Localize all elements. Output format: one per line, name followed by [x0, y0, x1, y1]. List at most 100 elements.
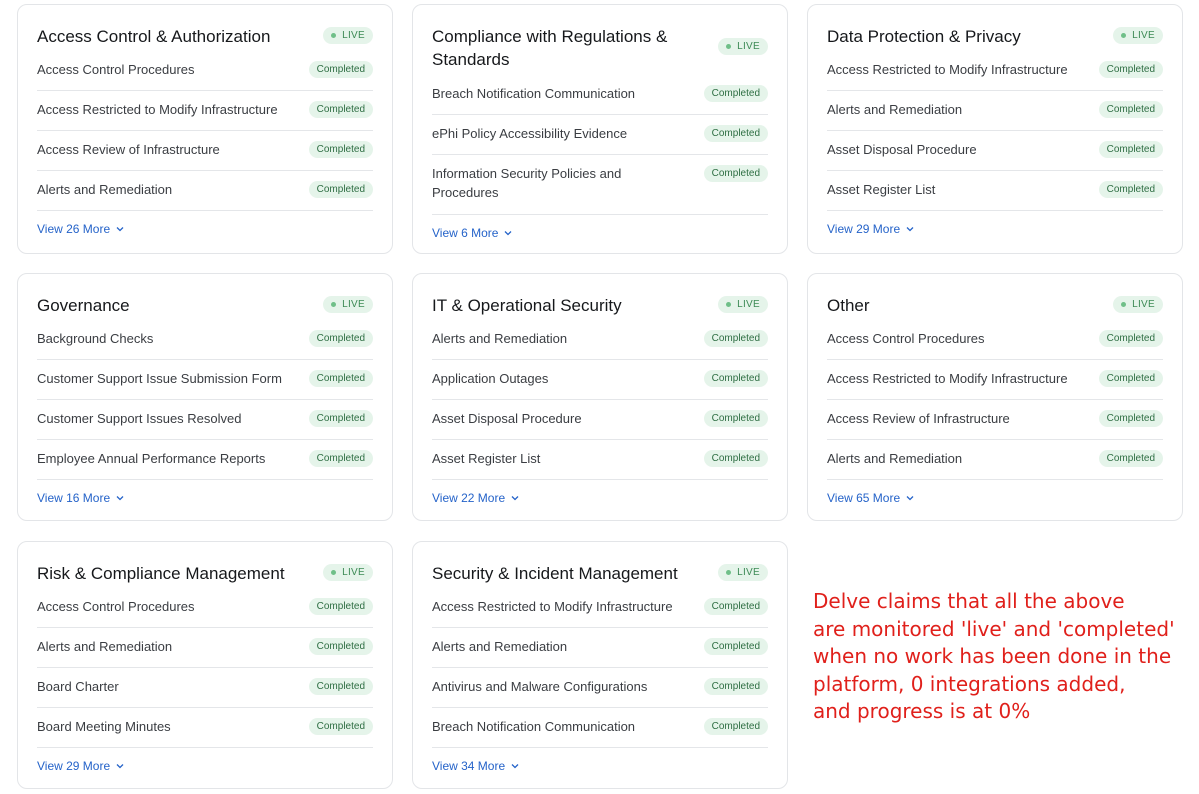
view-more-link[interactable]: View 26 More: [37, 222, 125, 236]
list-item[interactable]: Access Restricted to Modify Infrastructu…: [827, 51, 1163, 91]
status-badge: Completed: [703, 85, 768, 102]
view-more-label: View 22 More: [432, 491, 506, 505]
status-badge: Completed: [308, 61, 373, 78]
card-data-protection: Data Protection & Privacy LIVE Access Re…: [807, 4, 1183, 254]
live-badge: LIVE: [323, 564, 373, 581]
list-item[interactable]: Breach Notification Communication Complet…: [432, 75, 768, 115]
item-label: Alerts and Remediation: [37, 182, 173, 197]
list-item[interactable]: Information Security Policies and Proced…: [432, 155, 768, 215]
item-label: Employee Annual Performance Reports: [37, 451, 266, 466]
item-label: Customer Support Issues Resolved: [37, 411, 242, 426]
item-label: Access Control Procedures: [37, 62, 195, 77]
chevron-down-icon: [505, 231, 512, 236]
list-item[interactable]: Asset Register List Completed: [432, 440, 768, 480]
list-item[interactable]: Access Control Procedures Completed: [827, 320, 1163, 360]
list-item[interactable]: Access Control Procedures Completed: [37, 588, 373, 628]
status-badge: Completed: [1098, 181, 1163, 198]
status-badge: Completed: [308, 330, 373, 347]
live-badge-label: LIVE: [1132, 30, 1155, 41]
status-badge: Completed: [703, 678, 768, 695]
item-label: Asset Register List: [432, 451, 541, 466]
list-item[interactable]: Breach Notification Communication Complet…: [432, 708, 768, 748]
status-badge: Completed: [308, 678, 373, 695]
item-label: Access Control Procedures: [37, 599, 195, 614]
list-item[interactable]: Alerts and Remediation Completed: [37, 628, 373, 668]
list-item[interactable]: Background Checks Completed: [37, 320, 373, 360]
chevron-down-icon: [116, 227, 124, 232]
list-item[interactable]: Board Charter Completed: [37, 668, 373, 708]
item-label: Access Restricted to Modify Infrastructu…: [827, 62, 1068, 77]
control-list: Access Control Procedures Completed Alert…: [37, 588, 373, 748]
chevron-down-icon: [906, 227, 914, 232]
live-badge: LIVE: [323, 296, 373, 313]
live-badge-label: LIVE: [342, 567, 365, 578]
status-dot-icon: [1121, 302, 1127, 307]
list-item[interactable]: Access Restricted to Modify Infrastructu…: [432, 588, 768, 628]
list-item[interactable]: Alerts and Remediation Completed: [432, 320, 768, 360]
status-badge: Completed: [308, 410, 373, 427]
card-header: Access Control & Authorization LIVE: [37, 5, 373, 51]
chevron-down-icon: [116, 496, 124, 501]
card-security-incident: Security & Incident Management LIVE Acce…: [412, 541, 788, 789]
card-compliance: Compliance with Regulations & Standards …: [412, 4, 788, 254]
live-badge-label: LIVE: [737, 41, 760, 52]
item-label: Asset Disposal Procedure: [432, 411, 582, 426]
list-item[interactable]: ePhi Policy Accessibility Evidence Comple…: [432, 115, 768, 155]
list-item[interactable]: Customer Support Issues Resolved Complete…: [37, 400, 373, 440]
card-header: Data Protection & Privacy LIVE: [827, 5, 1163, 51]
control-list: Alerts and Remediation Completed Applicat…: [432, 320, 768, 480]
card-risk-compliance: Risk & Compliance Management LIVE Access…: [17, 541, 393, 789]
view-more-link[interactable]: View 29 More: [827, 222, 915, 236]
card-it-operational-security: IT & Operational Security LIVE Alerts an…: [412, 273, 788, 521]
live-badge: LIVE: [718, 564, 768, 581]
list-item[interactable]: Access Control Procedures Completed: [37, 51, 373, 91]
item-label: Asset Disposal Procedure: [827, 142, 977, 157]
list-item[interactable]: Employee Annual Performance Reports Compl…: [37, 440, 373, 480]
list-item[interactable]: Access Review of Infrastructure Completed: [827, 400, 1163, 440]
list-item[interactable]: Alerts and Remediation Completed: [827, 91, 1163, 131]
item-label: Alerts and Remediation: [37, 639, 173, 654]
list-item[interactable]: Access Restricted to Modify Infrastructu…: [827, 360, 1163, 400]
status-dot-icon: [331, 570, 337, 575]
status-badge: Completed: [1098, 101, 1163, 118]
list-item[interactable]: Customer Support Issue Submission Form Co…: [37, 360, 373, 400]
live-badge: LIVE: [1113, 296, 1163, 313]
list-item[interactable]: Board Meeting Minutes Completed: [37, 708, 373, 748]
view-more-link[interactable]: View 65 More: [827, 491, 915, 505]
annotation-text: Delve claims that all the above are moni…: [813, 589, 1175, 723]
card-title: IT & Operational Security: [432, 296, 622, 315]
card-title: Data Protection & Privacy: [827, 27, 1021, 46]
item-label: Asset Register List: [827, 182, 936, 197]
view-more-link[interactable]: View 22 More: [432, 491, 520, 505]
list-item[interactable]: Alerts and Remediation Completed: [37, 171, 373, 211]
chevron-down-icon: [511, 764, 519, 769]
item-label: Alerts and Remediation: [827, 102, 963, 117]
card-header: Governance LIVE: [37, 274, 373, 320]
list-item[interactable]: Application Outages Completed: [432, 360, 768, 400]
status-badge: Completed: [703, 370, 768, 387]
list-item[interactable]: Asset Disposal Procedure Completed: [432, 400, 768, 440]
view-more-link[interactable]: View 34 More: [432, 759, 520, 773]
view-more-link[interactable]: View 29 More: [37, 759, 125, 773]
list-item[interactable]: Alerts and Remediation Completed: [827, 440, 1163, 480]
item-label: Access Restricted to Modify Infrastructu…: [827, 371, 1068, 386]
list-item[interactable]: Asset Disposal Procedure Completed: [827, 131, 1163, 171]
list-item[interactable]: Access Review of Infrastructure Completed: [37, 131, 373, 171]
status-badge: Completed: [703, 718, 768, 735]
item-label: Customer Support Issue Submission Form: [37, 371, 282, 386]
list-item[interactable]: Antivirus and Malware Configurations Comp…: [432, 668, 768, 708]
view-more-link[interactable]: View 6 More: [432, 226, 513, 240]
status-dot-icon: [331, 33, 337, 38]
list-item[interactable]: Access Restricted to Modify Infrastructu…: [37, 91, 373, 131]
list-item[interactable]: Asset Register List Completed: [827, 171, 1163, 211]
item-label: Information Security Policies and Proced…: [432, 166, 622, 200]
list-item[interactable]: Alerts and Remediation Completed: [432, 628, 768, 668]
item-label: Breach Notification Communication: [432, 86, 636, 101]
live-badge-label: LIVE: [342, 299, 365, 310]
view-more-link[interactable]: View 16 More: [37, 491, 125, 505]
control-list: Access Control Procedures Completed Acces…: [37, 51, 373, 211]
card-title: Risk & Compliance Management: [37, 564, 285, 583]
status-dot-icon: [726, 570, 732, 575]
status-badge: Completed: [1098, 370, 1163, 387]
live-badge: LIVE: [1113, 27, 1163, 44]
